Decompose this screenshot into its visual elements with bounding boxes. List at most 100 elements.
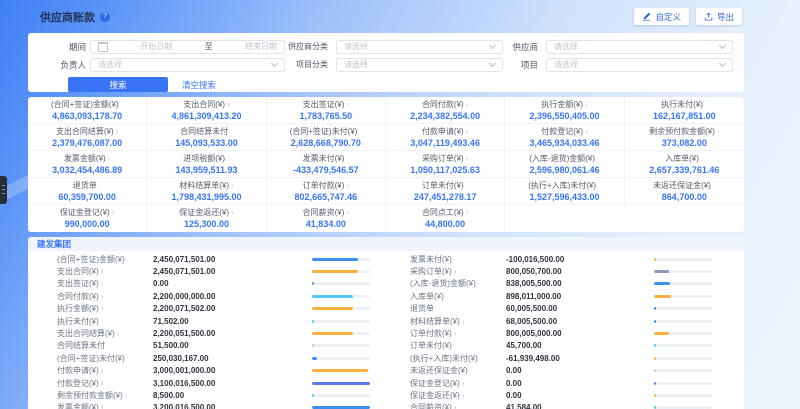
summary-row-label[interactable]: 合同结算未付 xyxy=(57,340,153,351)
stat-value: 4,863,093,178.70 xyxy=(28,110,146,122)
export-button[interactable]: 导出 xyxy=(696,8,742,25)
summary-row-label[interactable]: 付款申请(¥) xyxy=(57,365,153,376)
sidebar-collapse-tab[interactable] xyxy=(0,176,7,204)
summary-row-label[interactable]: 保证金返还(¥) xyxy=(410,390,506,401)
supplier-category-label: 供应商分类 xyxy=(285,41,328,52)
stat-card[interactable]: 保证金返还(¥) 125,300.00 xyxy=(147,205,266,232)
summary-row-label[interactable]: 订单付款(¥) xyxy=(410,328,506,339)
stat-card[interactable]: 合同付款(¥) 2,234,382,554.00 xyxy=(386,97,505,124)
summary-row-bar-track xyxy=(654,344,712,347)
summary-row: 合同结算未付 51,500.00 xyxy=(57,340,370,352)
customize-button[interactable]: 自定义 xyxy=(634,8,689,25)
owner-select[interactable]: 请选择 xyxy=(90,58,285,72)
summary-row-bar-track xyxy=(312,320,370,323)
help-icon[interactable]: ? xyxy=(100,12,110,22)
stat-card[interactable]: 入库单(¥) 2,657,339,761.46 xyxy=(625,151,744,178)
stat-card[interactable]: 发票金额(¥) 3,032,454,486.89 xyxy=(28,151,147,178)
stat-card[interactable]: (入库-退货)金额(¥) 2,596,980,061.46 xyxy=(505,151,624,178)
stat-card[interactable]: 支出合同(¥) 4,861,309,413.20 xyxy=(147,97,266,124)
stat-card[interactable]: (合同+签证)未付(¥) 2,628,668,790.70 xyxy=(267,124,386,151)
chevron-right-icon xyxy=(344,100,349,109)
summary-row-label[interactable]: 订单未付(¥) xyxy=(410,340,506,351)
stat-card[interactable]: (执行+入库)未付(¥) 1,527,596,433.00 xyxy=(505,178,624,205)
stat-card[interactable]: 退货单 60,359,700.00 xyxy=(28,178,147,205)
summary-row-label[interactable]: 入库单(¥) xyxy=(410,291,506,302)
summary-row-label[interactable]: 支出合同结算(¥) xyxy=(57,328,153,339)
stat-card[interactable]: 付款登记(¥) 3,465,934,033.46 xyxy=(505,124,624,151)
summary-row-label[interactable]: 采购订单(¥) xyxy=(410,266,506,277)
summary-row-label[interactable]: 保证金登记(¥) xyxy=(410,378,506,389)
summary-row-label[interactable]: (合同+签证)金额(¥) xyxy=(57,254,153,265)
group-name[interactable]: 建发集团 xyxy=(28,237,744,251)
owner-placeholder: 请选择 xyxy=(98,59,122,70)
stat-card[interactable]: 材料结算单(¥) 1,798,431,995.00 xyxy=(147,178,266,205)
summary-row-label[interactable]: (入库-退货)金额(¥) xyxy=(410,278,506,289)
summary-row-bar xyxy=(654,282,670,285)
chevron-right-icon xyxy=(99,403,104,409)
summary-row-label[interactable]: 合同付款(¥) xyxy=(57,291,153,302)
search-button[interactable]: 搜索 xyxy=(68,77,168,92)
supplier-select[interactable]: 请选择 xyxy=(546,40,733,54)
export-icon xyxy=(704,12,713,21)
chevron-right-icon xyxy=(715,127,720,136)
stat-label: 发票金额(¥) xyxy=(28,154,146,164)
owner-label: 负责人 xyxy=(28,59,86,71)
summary-row-bar xyxy=(654,394,656,397)
summary-row-label[interactable]: 未返还保证金(¥) xyxy=(410,365,506,376)
summary-row-bar xyxy=(654,382,656,385)
stat-card[interactable]: 执行未付(¥) 162,167,851.00 xyxy=(625,97,744,124)
stat-card[interactable]: 订单付款(¥) 802,665,747.46 xyxy=(267,178,386,205)
stat-card[interactable]: 合同薪资(¥) 41,834.00 xyxy=(267,205,386,232)
summary-row: 合同付款(¥) 2,200,000,000.00 xyxy=(57,290,370,302)
stat-label: (合同+签证)未付(¥) xyxy=(267,127,385,137)
summary-row-label[interactable]: 支出合同(¥) xyxy=(57,266,153,277)
summary-row-label[interactable]: (合同+签证)未付(¥) xyxy=(57,353,153,364)
summary-row-value: -100,016,500.00 xyxy=(506,255,618,264)
summary-row-label[interactable]: 支出签证(¥) xyxy=(57,278,153,289)
summary-row-label[interactable]: 退货单 xyxy=(410,303,506,314)
period-date-range-input[interactable]: 开始日期 至 结束日期 xyxy=(90,40,285,54)
summary-row-label[interactable]: 发票未付(¥) xyxy=(410,254,506,265)
project-category-select[interactable]: 请选择 xyxy=(336,58,503,72)
summary-row-label[interactable]: 执行金额(¥) xyxy=(57,303,153,314)
summary-row-label[interactable]: 剩余预付款金额(¥) xyxy=(57,390,153,401)
summary-row-bar-track xyxy=(312,258,370,261)
supplier-category-select[interactable]: 请选择 xyxy=(336,40,503,54)
stat-card[interactable]: 未返还保证金(¥) 864,700.00 xyxy=(625,178,744,205)
summary-row: 支出签证(¥) 0.00 xyxy=(57,278,370,290)
stat-value: 41,834.00 xyxy=(267,218,385,230)
stat-card[interactable]: 采购订单(¥) 1,050,117,025.63 xyxy=(386,151,505,178)
summary-row-label[interactable]: 材料结算单(¥) xyxy=(410,316,506,327)
stat-card[interactable]: 剩余预付款金额(¥) 373,082.00 xyxy=(625,124,744,151)
summary-row-value: 60,005,500.00 xyxy=(506,304,618,313)
stat-card[interactable]: 订单未付(¥) 247,451,278.17 xyxy=(386,178,505,205)
summary-row-label[interactable]: 执行未付(¥) xyxy=(57,316,153,327)
chevron-right-icon xyxy=(99,267,104,276)
stat-card[interactable]: 合同结算未付 145,093,533.00 xyxy=(147,124,266,151)
stat-card[interactable]: 支出签证(¥) 1,783,765.50 xyxy=(267,97,386,124)
summary-row-label[interactable]: 付款登记(¥) xyxy=(57,378,153,389)
summary-row-value: 51,500.00 xyxy=(153,341,265,350)
stat-card[interactable]: (合同+签证)金额(¥) 4,863,093,178.70 xyxy=(28,97,147,124)
summary-row-label[interactable]: (执行+入库)未付(¥) xyxy=(410,353,506,364)
stat-card[interactable]: 发票未付(¥) -433,479,546.57 xyxy=(267,151,386,178)
stat-card[interactable]: 执行金额(¥) 2,396,550,405.00 xyxy=(505,97,624,124)
group-columns: (合同+签证)金额(¥) 2,450,071,501.00 支出合同(¥) 2,… xyxy=(28,253,744,409)
stat-card[interactable]: 付款申请(¥) 3,047,119,493.46 xyxy=(386,124,505,151)
summary-row-label[interactable]: 合同薪资(¥) xyxy=(410,402,506,409)
project-category-label: 项目分类 xyxy=(285,59,328,70)
summary-row-label[interactable]: 发票金额(¥) xyxy=(57,402,153,409)
stat-label: 合同点工(¥) xyxy=(386,208,504,218)
stat-card[interactable]: 保证金登记(¥) 990,000.00 xyxy=(28,205,147,232)
group-right-column: 发票未付(¥) -100,016,500.00 采购订单(¥) 800,050,… xyxy=(386,253,744,409)
summary-row-value: 898,011,000.00 xyxy=(506,292,618,301)
stat-value: 4,861,309,413.20 xyxy=(147,110,265,122)
customize-label: 自定义 xyxy=(655,11,681,23)
stat-card[interactable]: 支出合同结算(¥) 2,379,476,087.00 xyxy=(28,124,147,151)
project-select[interactable]: 请选择 xyxy=(546,58,733,72)
stat-value: 3,465,934,033.46 xyxy=(505,137,623,149)
stat-card[interactable]: 进项税额(¥) 143,959,511.93 xyxy=(147,151,266,178)
clear-search-link[interactable]: 清空搜索 xyxy=(182,79,216,91)
stat-card[interactable]: 合同点工(¥) 44,800.00 xyxy=(386,205,505,232)
stat-label: 支出合同(¥) xyxy=(147,100,265,110)
